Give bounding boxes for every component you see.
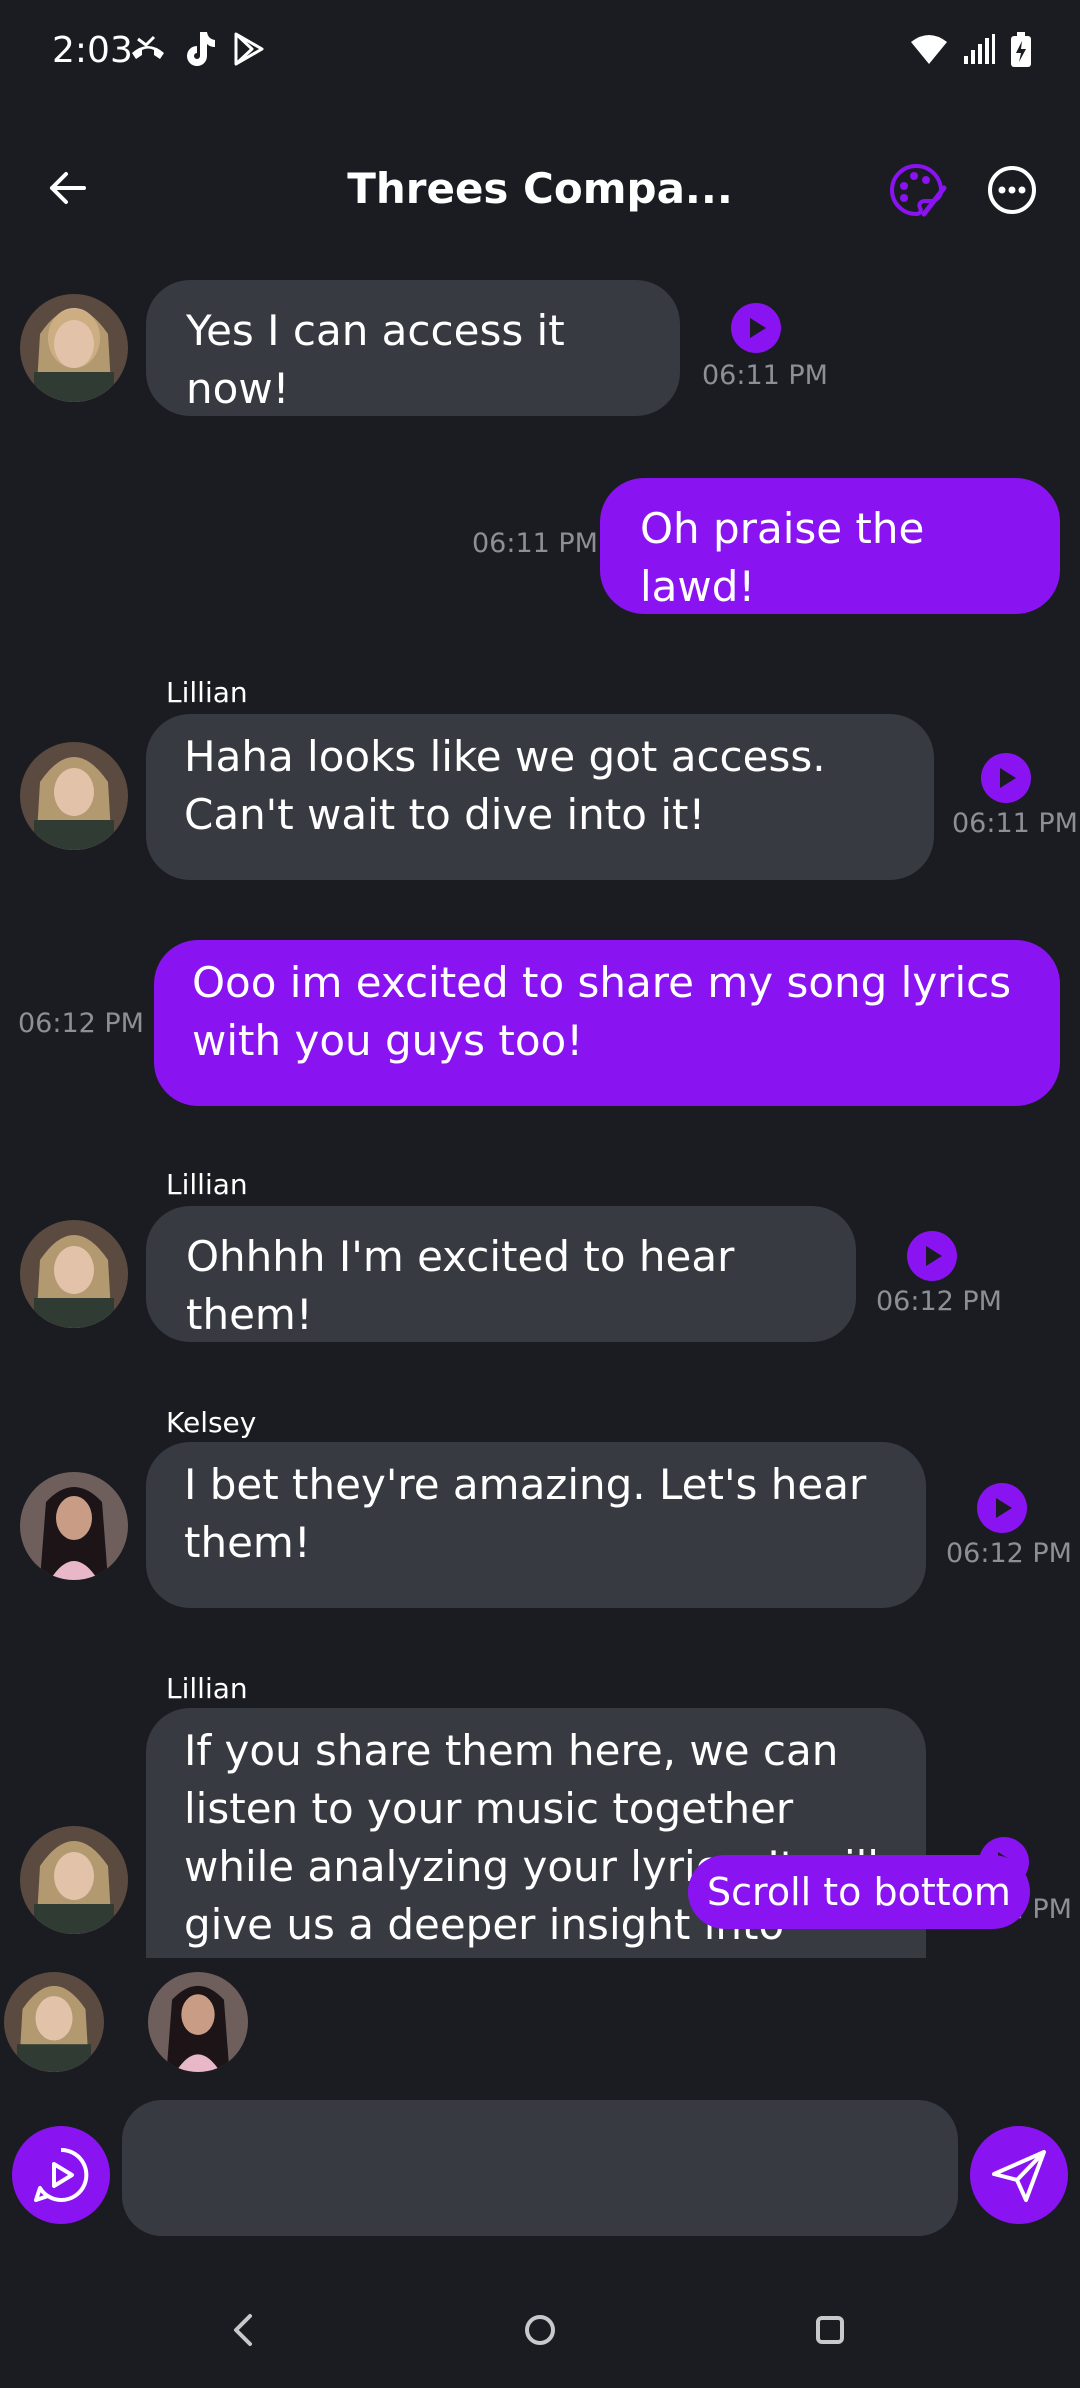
nav-recents-icon[interactable] bbox=[800, 2300, 860, 2360]
message-timestamp: 06:11 PM bbox=[952, 808, 1078, 839]
message-text: Ooo im excited to share my song lyrics w… bbox=[192, 958, 1012, 1065]
message-timestamp: 06:12 PM bbox=[876, 1286, 1002, 1317]
message-timestamp: 06:12 PM bbox=[946, 1538, 1072, 1569]
palette-icon[interactable] bbox=[884, 158, 948, 222]
chat-header: Threes Compa... bbox=[0, 150, 1080, 230]
missed-call-icon bbox=[132, 35, 164, 59]
message-bubble[interactable]: Yes I can access it now! bbox=[146, 280, 680, 416]
participant-avatar-kelsey[interactable] bbox=[148, 1972, 248, 2072]
send-button[interactable] bbox=[970, 2126, 1068, 2224]
message-bubble[interactable]: I bet they're amazing. Let's hear them! bbox=[146, 1442, 926, 1608]
sender-name: Kelsey bbox=[166, 1406, 257, 1439]
message-input[interactable] bbox=[122, 2100, 958, 2236]
participants-row bbox=[0, 1970, 1080, 2080]
avatar-kelsey[interactable] bbox=[20, 1472, 128, 1580]
voice-button[interactable] bbox=[12, 2126, 110, 2224]
tiktok-icon bbox=[187, 32, 215, 66]
system-nav-bar bbox=[0, 2290, 1080, 2370]
sender-name: Lillian bbox=[166, 676, 248, 709]
scroll-to-bottom-button[interactable]: Scroll to bottom bbox=[688, 1855, 1030, 1929]
play-store-icon bbox=[234, 32, 264, 66]
message-timestamp: 06:11 PM bbox=[472, 528, 598, 559]
message-timestamp: 06:11 PM bbox=[702, 360, 828, 391]
play-icon[interactable] bbox=[906, 1230, 958, 1282]
sender-name: Lillian bbox=[166, 1168, 248, 1201]
status-time: 2:03 bbox=[52, 30, 133, 71]
avatar-lillian[interactable] bbox=[20, 742, 128, 850]
voice-icon bbox=[34, 2147, 89, 2202]
play-icon[interactable] bbox=[980, 752, 1032, 804]
more-icon[interactable] bbox=[980, 158, 1044, 222]
message-text: Oh praise the lawd! bbox=[640, 504, 925, 611]
message-bubble[interactable]: Ohhhh I'm excited to hear them! bbox=[146, 1206, 856, 1342]
message-bubble[interactable]: Oh praise the lawd! bbox=[600, 478, 1060, 614]
message-timestamp: 06:12 PM bbox=[18, 1008, 144, 1039]
message-text: Haha looks like we got access. Can't wai… bbox=[184, 732, 826, 839]
battery-icon bbox=[1011, 32, 1031, 67]
message-text: I bet they're amazing. Let's hear them! bbox=[184, 1460, 867, 1567]
sender-name: Lillian bbox=[166, 1672, 248, 1705]
composer bbox=[0, 2098, 1080, 2238]
participant-avatar-lillian[interactable] bbox=[4, 1972, 104, 2072]
avatar-lillian[interactable] bbox=[20, 1826, 128, 1934]
play-icon[interactable] bbox=[730, 302, 782, 354]
signal-icon bbox=[964, 34, 995, 64]
send-icon bbox=[992, 2150, 1046, 2202]
play-icon[interactable] bbox=[976, 1482, 1028, 1534]
message-bubble[interactable]: Ooo im excited to share my song lyrics w… bbox=[154, 940, 1060, 1106]
avatar-lillian[interactable] bbox=[20, 294, 128, 402]
avatar-lillian[interactable] bbox=[20, 1220, 128, 1328]
message-bubble[interactable]: Haha looks like we got access. Can't wai… bbox=[146, 714, 934, 880]
nav-back-icon[interactable] bbox=[214, 2300, 274, 2360]
wifi-icon bbox=[911, 35, 947, 64]
status-bar: 2:03 bbox=[0, 0, 1080, 110]
message-list[interactable]: Yes I can access it now! 06:11 PM 06:11 … bbox=[0, 258, 1080, 1958]
message-text: Yes I can access it now! bbox=[186, 306, 565, 413]
nav-home-icon[interactable] bbox=[510, 2300, 570, 2360]
message-text: Ohhhh I'm excited to hear them! bbox=[186, 1232, 735, 1339]
